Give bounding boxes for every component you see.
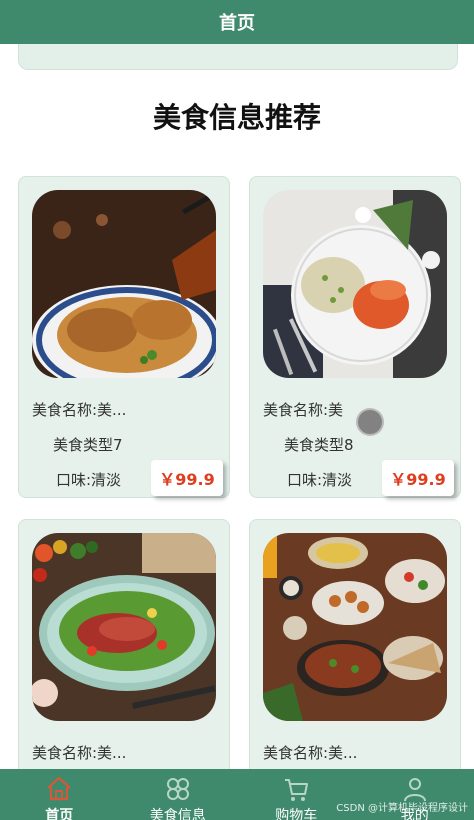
clover-icon: [164, 775, 192, 803]
tab-cart-label: 购物车: [275, 808, 318, 820]
tab-home[interactable]: 首页: [0, 769, 119, 820]
cart-icon: [282, 775, 310, 803]
home-icon: [45, 775, 73, 803]
food-taste: 口味:清淡: [287, 471, 353, 489]
food-type: 美食类型7: [53, 436, 123, 454]
food-image[interactable]: [263, 533, 447, 721]
watermark: CSDN @计算机毕设程序设计: [336, 803, 468, 814]
food-name: 美食名称:美...: [263, 744, 358, 762]
food-image[interactable]: [32, 190, 216, 378]
price-tag[interactable]: ￥99.9: [151, 460, 223, 496]
price-tag[interactable]: ￥99.9: [382, 460, 454, 496]
food-image[interactable]: [263, 190, 447, 378]
page-title: 首页: [219, 13, 255, 34]
section-title: 美食信息推荐: [152, 101, 321, 134]
banner-bottom-edge: [18, 44, 458, 70]
tab-food-info[interactable]: 美食信息: [119, 769, 238, 820]
food-card[interactable]: 美食名称:美... 美食类型7 口味:清淡 ￥99.9: [18, 176, 230, 498]
food-name: 美食名称:美...: [32, 744, 127, 762]
food-taste: 口味:清淡: [56, 471, 122, 489]
tab-home-label: 首页: [45, 808, 74, 820]
header-bar: 首页: [0, 0, 474, 44]
touch-indicator: [356, 408, 384, 436]
food-type: 美食类型8: [284, 436, 354, 454]
food-name: 美食名称:美...: [32, 401, 127, 419]
food-name: 美食名称:美: [263, 401, 344, 419]
tab-food-info-label: 美食信息: [149, 808, 206, 820]
food-image[interactable]: [32, 533, 216, 721]
food-card[interactable]: 美食名称:美 美食类型8 口味:清淡 ￥99.9: [249, 176, 461, 498]
food-card[interactable]: 美食名称:美...: [249, 519, 461, 779]
food-card[interactable]: 美食名称:美...: [18, 519, 230, 779]
